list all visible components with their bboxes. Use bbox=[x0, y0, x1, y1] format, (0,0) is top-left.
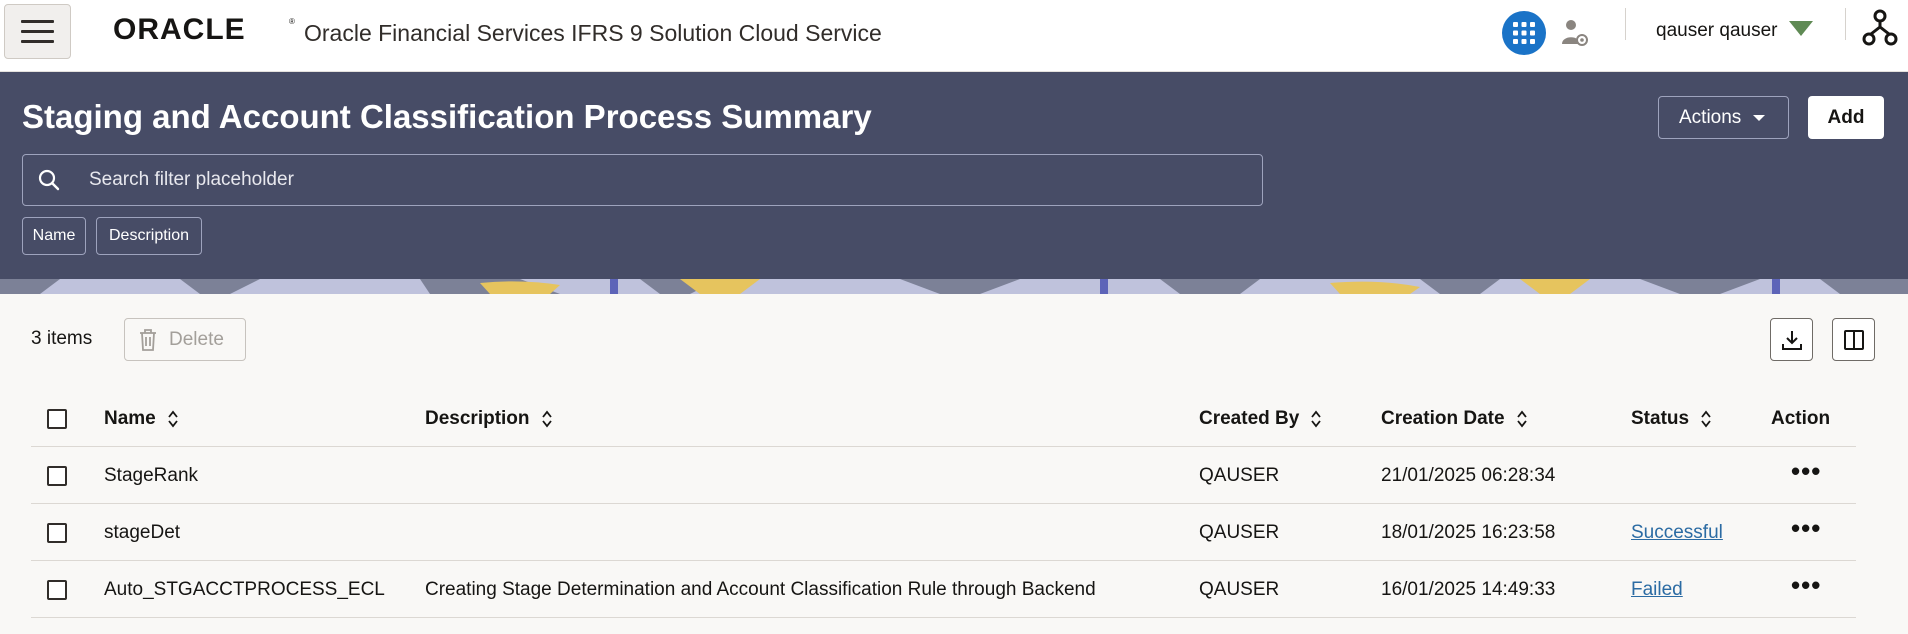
menu-hamburger-button[interactable] bbox=[4, 4, 71, 59]
page-title: Staging and Account Classification Proce… bbox=[22, 98, 872, 135]
top-header: ORACLE ® Oracle Financial Services IFRS … bbox=[0, 0, 1908, 72]
download-icon bbox=[1781, 330, 1802, 350]
row-creation-date: 18/01/2025 16:23:58 bbox=[1381, 521, 1556, 543]
search-filter[interactable] bbox=[22, 154, 1263, 206]
hierarchy-icon[interactable] bbox=[1862, 9, 1898, 47]
decorative-pattern bbox=[0, 279, 1908, 294]
row-status: Successful bbox=[1631, 504, 1723, 561]
row-select-cell bbox=[47, 561, 67, 618]
row-checkbox[interactable] bbox=[47, 579, 67, 600]
sort-icon bbox=[1311, 410, 1322, 427]
row-select-cell bbox=[47, 447, 67, 504]
user-settings-icon[interactable] bbox=[1560, 18, 1590, 48]
row-status: Failed bbox=[1631, 561, 1683, 618]
add-button[interactable]: Add bbox=[1808, 96, 1884, 139]
more-horizontal-icon[interactable]: ••• bbox=[1791, 458, 1821, 484]
header-divider bbox=[1845, 8, 1846, 40]
chevron-down-icon bbox=[1753, 114, 1766, 121]
delete-label: Delete bbox=[169, 328, 224, 350]
header-divider bbox=[1625, 8, 1626, 40]
row-checkbox[interactable] bbox=[47, 465, 67, 486]
delete-button[interactable]: Delete bbox=[124, 318, 246, 361]
download-button[interactable] bbox=[1770, 318, 1813, 361]
column-header-action: Action bbox=[1771, 407, 1831, 429]
row-name: StageRank bbox=[104, 464, 199, 486]
actions-menu-button[interactable]: Actions bbox=[1658, 96, 1789, 139]
more-horizontal-icon[interactable]: ••• bbox=[1791, 515, 1821, 541]
columns-icon bbox=[1843, 329, 1864, 350]
row-action-cell: ••• bbox=[1791, 504, 1821, 561]
svg-text:ORACLE: ORACLE bbox=[113, 14, 246, 44]
more-horizontal-icon[interactable]: ••• bbox=[1791, 572, 1821, 598]
grid-icon bbox=[1513, 22, 1535, 44]
columns-button[interactable] bbox=[1832, 318, 1875, 361]
row-created-by: QAUSER bbox=[1199, 464, 1280, 486]
row-action-cell: ••• bbox=[1791, 447, 1821, 504]
oracle-logo: ORACLE ® bbox=[113, 14, 295, 44]
row-creation-date: 16/01/2025 14:49:33 bbox=[1381, 578, 1556, 600]
user-menu-caret-icon[interactable] bbox=[1789, 21, 1813, 36]
column-header-creation-date[interactable]: Creation Date bbox=[1381, 390, 1527, 447]
row-creation-date: 21/01/2025 06:28:34 bbox=[1381, 464, 1556, 486]
row-checkbox[interactable] bbox=[47, 522, 67, 543]
page-banner: Staging and Account Classification Proce… bbox=[0, 72, 1908, 279]
row-name: Auto_STGACCTPROCESS_ECL bbox=[104, 578, 385, 600]
table-row[interactable]: StageRank QAUSER 21/01/2025 06:28:34 ••• bbox=[31, 447, 1856, 504]
sort-icon bbox=[1701, 410, 1711, 427]
column-header-name[interactable]: Name bbox=[104, 390, 178, 447]
process-table: Name Description Created By Creation Dat… bbox=[31, 390, 1856, 618]
apps-grid-button[interactable] bbox=[1502, 11, 1546, 55]
column-header-created-by[interactable]: Created By bbox=[1199, 390, 1322, 447]
column-header-status[interactable]: Status bbox=[1631, 390, 1711, 447]
row-name: stageDet bbox=[104, 521, 181, 543]
trash-icon bbox=[140, 328, 156, 351]
status-link[interactable]: Successful bbox=[1631, 522, 1723, 544]
sort-icon bbox=[168, 410, 178, 427]
row-action-cell: ••• bbox=[1791, 561, 1821, 618]
column-header-description[interactable]: Description bbox=[425, 390, 552, 447]
table-header-row: Name Description Created By Creation Dat… bbox=[31, 390, 1856, 447]
row-select-cell bbox=[47, 504, 67, 561]
actions-label: Actions bbox=[1679, 106, 1742, 128]
filter-chip-name[interactable]: Name bbox=[22, 217, 86, 255]
row-created-by: QAUSER bbox=[1199, 578, 1280, 600]
search-input[interactable] bbox=[89, 155, 1249, 205]
table-row[interactable]: stageDet QAUSER 18/01/2025 16:23:58 Succ… bbox=[31, 504, 1856, 561]
sort-icon bbox=[541, 410, 552, 427]
svg-text:®: ® bbox=[289, 17, 295, 26]
user-name[interactable]: qauser qauser bbox=[1656, 20, 1777, 42]
row-description: Creating Stage Determination and Account… bbox=[425, 578, 1096, 600]
select-all-checkbox[interactable] bbox=[47, 408, 67, 429]
table-row[interactable]: Auto_STGACCTPROCESS_ECL Creating Stage D… bbox=[31, 561, 1856, 618]
select-all-cell bbox=[47, 390, 67, 447]
search-icon bbox=[38, 169, 60, 191]
app-title: Oracle Financial Services IFRS 9 Solutio… bbox=[304, 20, 882, 46]
filter-chip-description[interactable]: Description bbox=[96, 217, 202, 255]
row-created-by: QAUSER bbox=[1199, 521, 1280, 543]
sort-icon bbox=[1516, 410, 1527, 427]
items-count: 3 items bbox=[31, 328, 93, 349]
status-link[interactable]: Failed bbox=[1631, 579, 1683, 601]
